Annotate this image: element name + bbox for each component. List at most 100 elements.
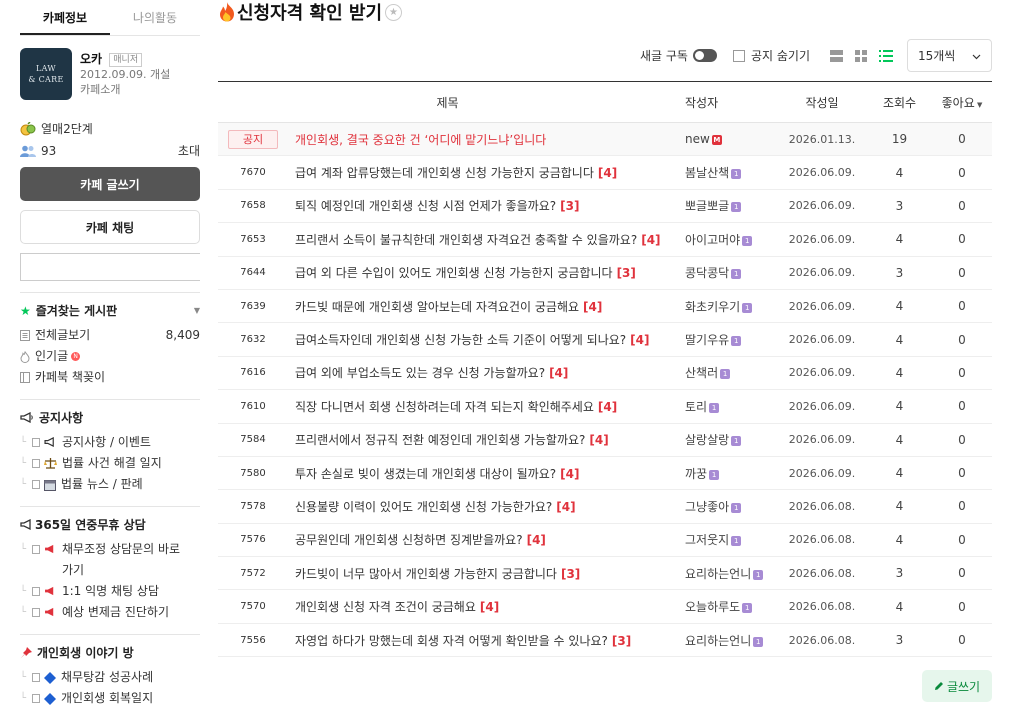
article-number: 7584 xyxy=(240,434,266,446)
cafe-chat-button[interactable]: 카페 채팅 xyxy=(20,210,200,244)
board-case-log[interactable]: └ 법률 사건 해결 일지 xyxy=(20,453,200,474)
table-row: 7578 신용불량 이력이 있어도 개인회생 신청 가능한가요? [4] 그냥좋아 1 2… xyxy=(218,490,992,524)
board-recovery-log[interactable]: └ 개인회생 회복일지 xyxy=(20,688,200,709)
article-views: 4 xyxy=(895,332,904,347)
cafe-logo[interactable]: LAW & CARE xyxy=(20,48,72,100)
article-title[interactable]: 직장 다니면서 회생 신청하려는데 자격 되는지 확인해주세요 xyxy=(295,400,594,414)
comment-count[interactable]: [4] xyxy=(549,366,568,380)
comment-count[interactable]: [3] xyxy=(561,567,580,581)
article-author[interactable]: 토리 1 xyxy=(677,390,777,423)
comment-count[interactable]: [4] xyxy=(480,600,499,614)
subscribe-toggle[interactable] xyxy=(692,49,717,62)
comment-count[interactable]: [4] xyxy=(641,233,660,247)
author-name: 뽀글뽀글 xyxy=(685,199,730,214)
board-label: 법률 뉴스 / 판례 xyxy=(61,477,143,491)
tab-my-activity[interactable]: 나의활동 xyxy=(110,0,200,35)
likes-label: 좋아요 xyxy=(941,95,975,110)
article-title[interactable]: 신용불량 이력이 있어도 개인회생 신청 가능한가요? xyxy=(295,500,552,514)
article-title[interactable]: 자영업 하다가 망했는데 회생 자격 어떻게 확인받을 수 있나요? xyxy=(295,634,608,648)
article-title[interactable]: 공무원인데 개인회생 신청하면 징계받을까요? xyxy=(295,533,523,547)
article-author[interactable]: 오늘하루도 1 xyxy=(677,590,777,623)
article-title[interactable]: 급여소득자인데 개인회생 신청 가능한 소득 기준이 어떻게 되나요? xyxy=(295,333,626,347)
table-row: 7658 퇴직 예정인데 개인회생 신청 시점 언제가 좋을까요? [3] 뽀글뽀글 1… xyxy=(218,189,992,223)
cafe-search: 검색 xyxy=(20,253,200,281)
article-author[interactable]: 그저웃지 1 xyxy=(677,523,777,556)
article-title[interactable]: 프리랜서에서 정규직 전환 예정인데 개인회생 가능할까요? xyxy=(295,433,585,447)
article-author[interactable]: 봄날산책 1 xyxy=(677,156,777,189)
favorites-header[interactable]: ★ 즐겨찾는 게시판 ▼ xyxy=(20,292,200,319)
article-author[interactable]: 화초키우기 1 xyxy=(677,289,777,322)
comment-count[interactable]: [4] xyxy=(598,166,617,180)
article-author[interactable]: 요리하는언니 1 xyxy=(677,623,777,656)
article-date: 2026.06.09. xyxy=(788,366,856,380)
hide-notice-label[interactable]: 공지 숨기기 xyxy=(751,47,810,64)
comment-count[interactable]: [3] xyxy=(612,634,631,648)
caret-down-icon: ▼ xyxy=(193,306,200,315)
board-anon-chat[interactable]: └ 1:1 익명 채팅 상담 xyxy=(20,581,200,602)
article-title[interactable]: 급여 외에 부업소득도 있는 경우 신청 가능할까요? xyxy=(295,366,545,380)
article-title[interactable]: 개인회생 신청 자격 조건이 궁금해요 xyxy=(295,600,476,614)
cafe-write-button[interactable]: 카페 글쓰기 xyxy=(20,167,200,201)
article-author[interactable]: 까꿍 1 xyxy=(677,456,777,489)
notice-author[interactable]: new M xyxy=(677,123,777,156)
article-title[interactable]: 급여 계좌 압류당했는데 개인회생 신청 가능한지 궁금합니다 xyxy=(295,166,594,180)
manager-name[interactable]: 오카 xyxy=(80,52,102,66)
notice-title[interactable]: 개인회생, 결국 중요한 건 ‘어디에 맡기느냐’입니다 xyxy=(288,123,677,156)
members-icon xyxy=(20,145,36,157)
pin-icon xyxy=(20,646,32,659)
article-author[interactable]: 요리하는언니 1 xyxy=(677,557,777,590)
invite-link[interactable]: 초대 xyxy=(178,142,200,159)
article-title[interactable]: 카드빚이 너무 많아서 개인회생 가능한지 궁금합니다 xyxy=(295,567,557,581)
member-level-icon: 1 xyxy=(742,235,753,246)
story-board-list: └ 채무탕감 성공사례 └ 개인회생 회복일지 xyxy=(20,667,200,709)
article-author[interactable]: 아이고머야 1 xyxy=(677,223,777,256)
comment-count[interactable]: [4] xyxy=(560,467,579,481)
article-author[interactable]: 뽀글뽀글 1 xyxy=(677,189,777,222)
comment-count[interactable]: [4] xyxy=(589,433,608,447)
menu-cafebook[interactable]: 카페북 책꽂이 xyxy=(20,367,200,388)
article-author[interactable]: 콩닥콩닥 1 xyxy=(677,256,777,289)
comment-count[interactable]: [4] xyxy=(630,333,649,347)
board-debt-consult[interactable]: └ 채무조정 상담문의 바로가기 xyxy=(20,539,200,581)
article-title-cell: 급여소득자인데 개인회생 신청 가능한 소득 기준이 어떻게 되나요? [4] xyxy=(288,323,677,356)
article-title-cell: 투자 손실로 빚이 생겼는데 개인회생 대상이 될까요? [4] xyxy=(288,456,677,489)
comment-count[interactable]: [4] xyxy=(527,533,546,547)
article-title[interactable]: 프리랜서 소득이 불규칙한데 개인회생 자격요건 충족할 수 있을까요? xyxy=(295,233,637,247)
cafe-intro-link[interactable]: 카페소개 xyxy=(80,82,170,97)
star-icon: ★ xyxy=(20,303,31,318)
article-title[interactable]: 퇴직 예정인데 개인회생 신청 시점 언제가 좋을까요? xyxy=(295,199,556,213)
comment-count[interactable]: [3] xyxy=(617,266,636,280)
board-notice-event[interactable]: └ 공지사항 / 이벤트 xyxy=(20,432,200,453)
article-author[interactable]: 산책러 1 xyxy=(677,356,777,389)
menu-popular[interactable]: 인기글 N xyxy=(20,346,200,367)
member-count[interactable]: 93 xyxy=(41,144,56,158)
comment-count[interactable]: [3] xyxy=(560,199,579,213)
board-success-cases[interactable]: └ 채무탕감 성공사례 xyxy=(20,667,200,688)
comment-count[interactable]: [4] xyxy=(598,400,617,414)
article-author[interactable]: 살랑살랑 1 xyxy=(677,423,777,456)
article-title[interactable]: 카드빚 때문에 개인회생 알아보는데 자격요건이 궁금해요 xyxy=(295,300,579,314)
menu-all-posts[interactable]: 전체글보기 8,409 xyxy=(20,325,200,346)
article-author[interactable]: 그냥좋아 1 xyxy=(677,490,777,523)
page-size-select[interactable]: 15개씩 xyxy=(907,39,992,72)
favorite-star-icon[interactable]: ★ xyxy=(385,3,403,21)
all-posts-count: 8,409 xyxy=(165,328,200,342)
comment-count[interactable]: [4] xyxy=(583,300,602,314)
list-view-icon[interactable] xyxy=(879,49,893,62)
comment-count[interactable]: [4] xyxy=(556,500,575,514)
board-law-news[interactable]: └ 법률 뉴스 / 판례 xyxy=(20,474,200,495)
article-title[interactable]: 투자 손실로 빚이 생겼는데 개인회생 대상이 될까요? xyxy=(295,467,556,481)
tab-cafe-info[interactable]: 카페정보 xyxy=(20,0,110,35)
member-row: 93 초대 xyxy=(20,142,200,159)
doc-icon xyxy=(32,459,40,468)
cafe-level[interactable]: 열매2단계 xyxy=(20,120,200,137)
board-repayment-check[interactable]: └ 예상 변제금 진단하기 xyxy=(20,602,200,623)
album-view-icon[interactable] xyxy=(855,49,867,62)
article-author[interactable]: 딸기우유 1 xyxy=(677,323,777,356)
card-view-icon[interactable] xyxy=(830,49,843,62)
search-input[interactable] xyxy=(20,253,200,281)
hide-notice-checkbox[interactable] xyxy=(732,49,745,62)
article-title[interactable]: 급여 외 다른 수입이 있어도 개인회생 신청 가능한지 궁금합니다 xyxy=(295,266,613,280)
col-likes[interactable]: 좋아요 ▼ xyxy=(932,82,992,123)
write-post-button[interactable]: 글쓰기 xyxy=(922,670,992,702)
